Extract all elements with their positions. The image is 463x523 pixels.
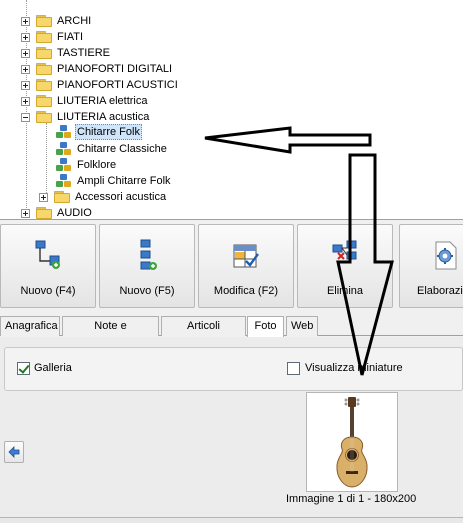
tree-item-label: ARCHI <box>57 15 92 27</box>
tree-item-liuteria-acustica[interactable]: LIUTERIA acustica <box>21 109 151 125</box>
visualizza-miniature-label: Visualizza miniature <box>305 362 403 374</box>
tree-item-label: LIUTERIA elettrica <box>57 95 148 107</box>
tree-item-pianoforti-digitali[interactable]: PIANOFORTI DIGITALI <box>21 61 174 77</box>
category-tree[interactable]: ARCHI FIATI TASTIERE PIANOFORTI DIGITALI… <box>0 0 463 220</box>
tree-delete-icon <box>332 240 357 260</box>
tree-item-fiati[interactable]: FIATI <box>21 29 85 45</box>
tab-articoli-collegati[interactable]: Articoli collegati <box>161 316 246 350</box>
expand-plus-icon[interactable] <box>21 32 30 42</box>
collapse-minus-icon[interactable] <box>21 112 30 122</box>
tree-item-chitarre-classiche[interactable]: Chitarre Classiche <box>56 141 169 157</box>
tree-item-audio[interactable]: AUDIO <box>21 205 94 219</box>
tree-item-label: AUDIO <box>57 207 92 219</box>
folder-icon <box>36 63 52 75</box>
edit-grid-icon <box>233 244 259 268</box>
tree-item-label: PIANOFORTI ACUSTICI <box>57 79 178 91</box>
tree-item-label: Chitarre Folk <box>75 124 142 140</box>
tree-item-label: Accessori acustica <box>75 191 167 203</box>
photo-panel: Galleria Visualizza miniature Immagine 1… <box>0 337 463 523</box>
process-button[interactable]: Elaborazi <box>399 224 463 308</box>
category-icon <box>56 125 72 139</box>
tree-item-label: Folklore <box>77 159 117 171</box>
tree-item-archi[interactable]: ARCHI <box>21 13 93 29</box>
expand-plus-icon[interactable] <box>21 16 30 26</box>
tree-connector <box>46 123 47 197</box>
tree-item-pianoforti-acustici[interactable]: PIANOFORTI ACUSTICI <box>21 77 180 93</box>
tab-anagrafica[interactable]: Anagrafica <box>0 316 60 336</box>
expand-plus-icon[interactable] <box>21 48 30 58</box>
tree-item-ampli-chitarre-folk[interactable]: Ampli Chitarre Folk <box>56 173 173 189</box>
button-label: Elaborazi <box>417 285 463 297</box>
category-icon <box>56 142 72 156</box>
tree-item-label: Chitarre Classiche <box>77 143 167 155</box>
gear-process-icon <box>435 241 457 270</box>
tree-item-folklore[interactable]: Folklore <box>56 157 118 173</box>
new-child-button[interactable]: Nuovo (F4) <box>0 224 96 308</box>
edit-button[interactable]: Modifica (F2) <box>198 224 294 308</box>
tree-item-label: TASTIERE <box>57 47 110 59</box>
gallery-options: Galleria Visualizza miniature <box>4 347 463 391</box>
button-label: Nuovo (F4) <box>20 285 76 297</box>
bottom-edge <box>0 517 463 523</box>
button-label: Elimina <box>326 285 364 297</box>
galleria-label: Galleria <box>34 362 72 374</box>
expand-plus-icon[interactable] <box>21 80 30 90</box>
category-icon <box>56 174 72 188</box>
expand-plus-icon[interactable] <box>21 208 30 218</box>
tab-note-e-descrizioni[interactable]: Note e descrizioni <box>62 316 159 350</box>
tree-item-label: PIANOFORTI DIGITALI <box>57 63 173 75</box>
delete-button[interactable]: Elimina <box>297 224 393 308</box>
acoustic-guitar-image <box>307 393 397 491</box>
tree-item-accessori-acustica[interactable]: Accessori acustica <box>39 189 168 205</box>
tree-add-sibling-icon <box>140 239 157 270</box>
tree-item-label: Ampli Chitarre Folk <box>77 175 171 187</box>
visualizza-miniature-checkbox[interactable] <box>287 362 300 375</box>
tree-add-child-icon <box>35 240 60 269</box>
previous-image-button[interactable] <box>4 441 24 463</box>
folder-icon <box>36 15 52 27</box>
tab-foto[interactable]: Foto <box>247 316 284 337</box>
button-label: Modifica (F2) <box>213 285 279 297</box>
arrow-left-icon <box>8 446 20 458</box>
image-caption: Immagine 1 di 1 - 180x200 <box>286 493 417 505</box>
tree-item-chitarre-folk[interactable]: Chitarre Folk <box>56 124 142 140</box>
button-label: Nuovo (F5) <box>119 285 175 297</box>
folder-icon <box>36 79 52 91</box>
folder-icon <box>36 47 52 59</box>
toolbar: Nuovo (F4) Nuovo (F5) Modifica (F2) Elim… <box>0 224 463 310</box>
product-photo-thumbnail[interactable] <box>306 392 398 492</box>
category-icon <box>56 158 72 172</box>
tree-item-label: LIUTERIA acustica <box>57 111 150 123</box>
folder-icon <box>36 31 52 43</box>
folder-icon <box>36 95 52 107</box>
tab-bar: Anagrafica Note e descrizioni Articoli c… <box>0 316 463 350</box>
tree-item-tastiere[interactable]: TASTIERE <box>21 45 112 61</box>
tab-web[interactable]: Web <box>286 316 318 336</box>
tree-item-liuteria-elettrica[interactable]: LIUTERIA elettrica <box>21 93 149 109</box>
folder-icon <box>54 191 70 203</box>
folder-open-icon <box>36 111 52 123</box>
expand-plus-icon[interactable] <box>21 64 30 74</box>
tree-item-label: FIATI <box>57 31 84 43</box>
folder-icon <box>36 207 52 219</box>
galleria-checkbox[interactable] <box>17 362 30 375</box>
expand-plus-icon[interactable] <box>21 96 30 106</box>
new-sibling-button[interactable]: Nuovo (F5) <box>99 224 195 308</box>
expand-plus-icon[interactable] <box>39 192 48 202</box>
